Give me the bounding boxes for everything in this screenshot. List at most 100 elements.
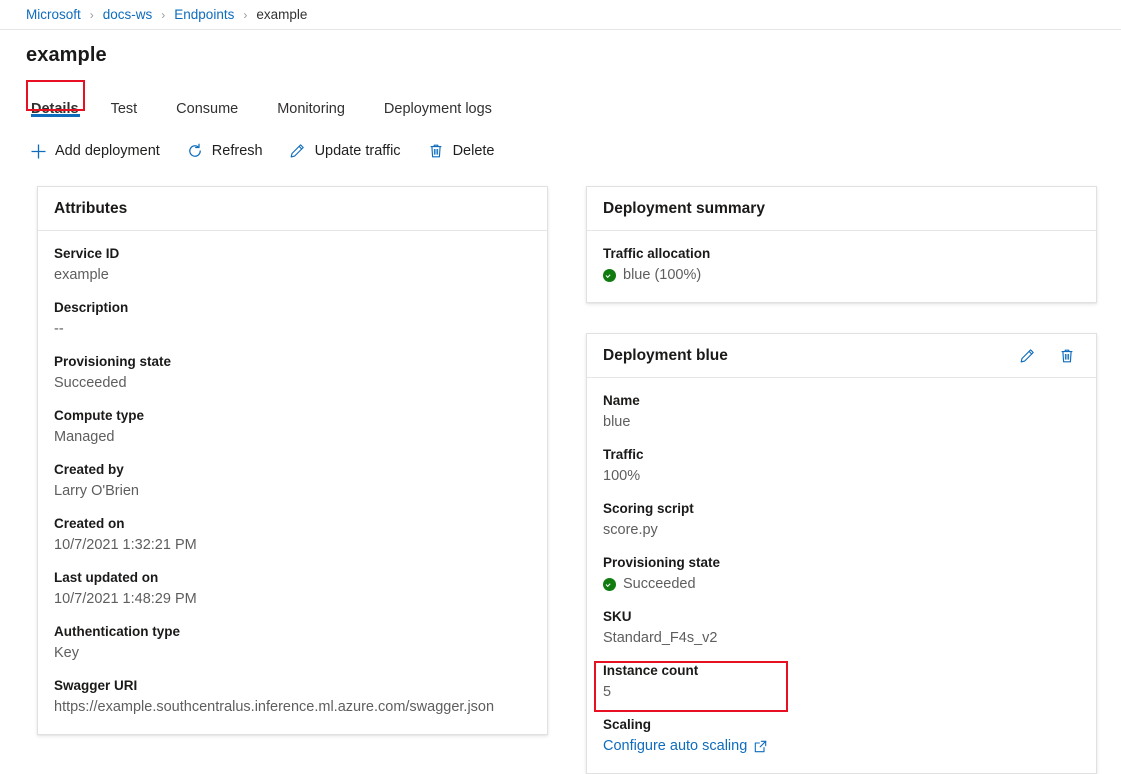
field-label: Traffic bbox=[603, 445, 1080, 465]
tab-bar: Details Test Consume Monitoring Deployme… bbox=[0, 81, 1121, 119]
field-value: https://example.southcentralus.inference… bbox=[54, 696, 531, 718]
edit-deployment-button[interactable] bbox=[1018, 347, 1036, 365]
external-link-icon bbox=[754, 740, 767, 753]
field-value: Larry O'Brien bbox=[54, 480, 531, 502]
update-traffic-button[interactable]: Update traffic bbox=[289, 142, 401, 160]
field-deployment-provisioning-state: Provisioning state Succeeded bbox=[603, 553, 1080, 595]
field-traffic-allocation: Traffic allocation blue (100%) bbox=[603, 244, 1080, 286]
breadcrumb-item-example: example bbox=[256, 7, 307, 22]
configure-auto-scaling-label: Configure auto scaling bbox=[603, 735, 747, 757]
field-label: Scaling bbox=[603, 715, 1080, 735]
field-traffic: Traffic 100% bbox=[603, 445, 1080, 487]
field-scoring-script: Scoring script score.py bbox=[603, 499, 1080, 541]
field-label: Instance count bbox=[603, 661, 1080, 681]
refresh-button[interactable]: Refresh bbox=[186, 142, 263, 160]
breadcrumb-separator: › bbox=[161, 8, 165, 22]
field-label: Created by bbox=[54, 460, 531, 480]
field-value: example bbox=[54, 264, 531, 286]
field-value-row: blue (100%) bbox=[603, 264, 1080, 286]
right-column: Deployment summary Traffic allocation bl… bbox=[586, 186, 1097, 774]
field-scaling: Scaling Configure auto scaling bbox=[603, 715, 1080, 757]
field-provisioning-state: Provisioning state Succeeded bbox=[54, 352, 531, 394]
field-sku: SKU Standard_F4s_v2 bbox=[603, 607, 1080, 649]
page-title: example bbox=[0, 30, 1121, 67]
update-traffic-label: Update traffic bbox=[315, 143, 401, 159]
breadcrumb-separator: › bbox=[243, 8, 247, 22]
breadcrumb: Microsoft › docs-ws › Endpoints › exampl… bbox=[0, 0, 1121, 30]
field-created-by: Created by Larry O'Brien bbox=[54, 460, 531, 502]
field-label: Name bbox=[603, 391, 1080, 411]
provisioning-state-value: Succeeded bbox=[623, 573, 696, 595]
breadcrumb-item-endpoints[interactable]: Endpoints bbox=[174, 7, 234, 22]
deployment-summary-card: Deployment summary Traffic allocation bl… bbox=[586, 186, 1097, 303]
tab-consume[interactable]: Consume bbox=[176, 99, 246, 119]
tab-test[interactable]: Test bbox=[111, 99, 146, 119]
attributes-card-body: Service ID example Description -- Provis… bbox=[38, 231, 547, 734]
field-instance-count: Instance count 5 bbox=[603, 661, 1080, 703]
deployment-card-body: Name blue Traffic 100% Scoring script sc… bbox=[587, 378, 1096, 773]
add-deployment-label: Add deployment bbox=[55, 143, 160, 159]
deployment-card-actions bbox=[1018, 347, 1080, 365]
field-compute-type: Compute type Managed bbox=[54, 406, 531, 448]
active-tab-indicator bbox=[31, 114, 80, 117]
field-service-id: Service ID example bbox=[54, 244, 531, 286]
field-label: Created on bbox=[54, 514, 531, 534]
field-label: SKU bbox=[603, 607, 1080, 627]
field-value-row: Succeeded bbox=[603, 573, 1080, 595]
field-label: Last updated on bbox=[54, 568, 531, 588]
content-area: Attributes Service ID example Descriptio… bbox=[0, 186, 1121, 774]
field-value: blue bbox=[603, 411, 1080, 433]
field-name: Name blue bbox=[603, 391, 1080, 433]
tab-monitoring[interactable]: Monitoring bbox=[277, 99, 353, 119]
deployment-blue-card: Deployment blue bbox=[586, 333, 1097, 774]
field-value: Managed bbox=[54, 426, 531, 448]
trash-icon bbox=[427, 142, 445, 160]
deployment-summary-body: Traffic allocation blue (100%) bbox=[587, 231, 1096, 302]
breadcrumb-item-microsoft[interactable]: Microsoft bbox=[26, 7, 81, 22]
field-value: Standard_F4s_v2 bbox=[603, 627, 1080, 649]
delete-label: Delete bbox=[453, 143, 495, 159]
field-description: Description -- bbox=[54, 298, 531, 340]
pencil-icon bbox=[289, 142, 307, 160]
success-check-icon bbox=[603, 578, 616, 591]
field-value: 10/7/2021 1:32:21 PM bbox=[54, 534, 531, 556]
deployment-card-header: Deployment blue bbox=[587, 334, 1096, 378]
field-label: Compute type bbox=[54, 406, 531, 426]
field-created-on: Created on 10/7/2021 1:32:21 PM bbox=[54, 514, 531, 556]
left-column: Attributes Service ID example Descriptio… bbox=[37, 186, 548, 774]
tab-deployment-logs[interactable]: Deployment logs bbox=[384, 99, 500, 119]
field-value: 100% bbox=[603, 465, 1080, 487]
delete-button[interactable]: Delete bbox=[427, 142, 495, 160]
field-swagger-uri: Swagger URI https://example.southcentral… bbox=[54, 676, 531, 718]
field-label: Service ID bbox=[54, 244, 531, 264]
plus-icon bbox=[29, 142, 47, 160]
traffic-allocation-value: blue (100%) bbox=[623, 264, 701, 286]
field-label: Authentication type bbox=[54, 622, 531, 642]
field-value: 5 bbox=[603, 681, 1080, 703]
success-check-icon bbox=[603, 269, 616, 282]
field-value: 10/7/2021 1:48:29 PM bbox=[54, 588, 531, 610]
attributes-card: Attributes Service ID example Descriptio… bbox=[37, 186, 548, 735]
field-label: Provisioning state bbox=[54, 352, 531, 372]
field-last-updated-on: Last updated on 10/7/2021 1:48:29 PM bbox=[54, 568, 531, 610]
delete-deployment-button[interactable] bbox=[1058, 347, 1076, 365]
field-authentication-type: Authentication type Key bbox=[54, 622, 531, 664]
field-label: Scoring script bbox=[603, 499, 1080, 519]
breadcrumb-separator: › bbox=[90, 8, 94, 22]
field-label: Swagger URI bbox=[54, 676, 531, 696]
field-value: Succeeded bbox=[54, 372, 531, 394]
field-value: Key bbox=[54, 642, 531, 664]
breadcrumb-item-docs-ws[interactable]: docs-ws bbox=[103, 7, 153, 22]
field-value: score.py bbox=[603, 519, 1080, 541]
add-deployment-button[interactable]: Add deployment bbox=[29, 142, 160, 160]
refresh-label: Refresh bbox=[212, 143, 263, 159]
refresh-icon bbox=[186, 142, 204, 160]
configure-auto-scaling-link[interactable]: Configure auto scaling bbox=[603, 735, 1080, 757]
field-value: -- bbox=[54, 318, 531, 340]
field-label: Provisioning state bbox=[603, 553, 1080, 573]
command-bar: Add deployment Refresh Update traffic De… bbox=[0, 137, 1121, 165]
deployment-card-title: Deployment blue bbox=[603, 347, 728, 365]
field-label: Traffic allocation bbox=[603, 244, 1080, 264]
deployment-summary-title: Deployment summary bbox=[587, 187, 1096, 231]
field-label: Description bbox=[54, 298, 531, 318]
